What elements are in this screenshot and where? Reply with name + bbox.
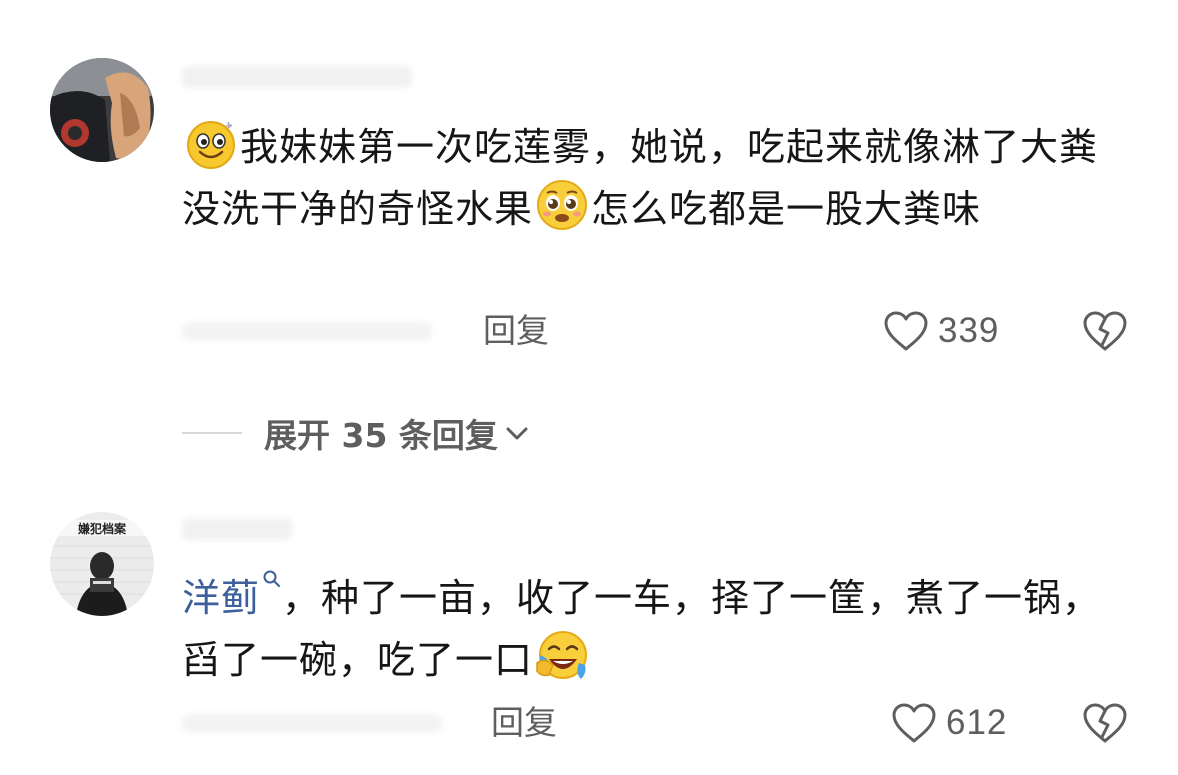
like-count: 339 <box>938 311 1000 350</box>
heart-icon <box>884 311 928 351</box>
chevron-down-icon <box>506 427 528 440</box>
reply-button[interactable]: 回复 <box>483 306 549 356</box>
laughing-tears-emoji-icon <box>535 629 589 683</box>
username[interactable] <box>182 66 412 88</box>
expand-replies-label: 展开 35 条回复 <box>264 416 498 455</box>
comment-text: 我妹妹第一次吃莲雾，她说，吃起来就像淋了大粪没洗干净的奇怪水果 怎么吃都是一股大… <box>182 116 1122 240</box>
expand-replies-button[interactable]: 展开 35 条回复 <box>264 409 532 457</box>
dislike-button[interactable] <box>1082 309 1128 353</box>
smile-emoji-icon <box>184 116 238 170</box>
like-button[interactable]: 612 <box>890 698 1007 748</box>
username[interactable] <box>182 518 292 540</box>
broken-heart-icon <box>1083 311 1127 351</box>
like-count: 612 <box>946 703 1008 742</box>
mention-text: 洋蓟 <box>182 576 261 620</box>
comment-meta <box>182 322 432 340</box>
divider <box>182 432 242 434</box>
expand-replies-row: 展开 35 条回复 <box>182 406 532 460</box>
avatar[interactable] <box>50 58 154 162</box>
like-button[interactable]: 339 <box>882 306 999 356</box>
pleading-emoji-icon <box>535 178 589 232</box>
search-icon <box>263 570 281 587</box>
avatar[interactable]: 嫌犯档案 <box>50 512 154 616</box>
svg-text:嫌犯档案: 嫌犯档案 <box>77 521 127 536</box>
comment-footer: 回复 612 <box>0 698 1178 748</box>
dislike-button[interactable] <box>1082 701 1128 745</box>
mention-link[interactable]: 洋蓟 <box>182 570 282 620</box>
comment-text-part: ，种了一亩，收了一车，择了一筐，煮了一锅，舀了一碗，吃了一口 <box>182 576 1102 682</box>
reply-button[interactable]: 回复 <box>491 698 557 748</box>
comment-text: 洋蓟 ，种了一亩，收了一车，择了一筐，煮了一锅，舀了一碗，吃了一口 <box>182 568 1122 691</box>
comment-meta <box>182 714 442 732</box>
broken-heart-icon <box>1083 703 1127 743</box>
comment-footer: 回复 339 <box>0 306 1178 356</box>
heart-icon <box>892 703 936 743</box>
comment-text-part: 怎么吃都是一股大粪味 <box>591 187 982 231</box>
